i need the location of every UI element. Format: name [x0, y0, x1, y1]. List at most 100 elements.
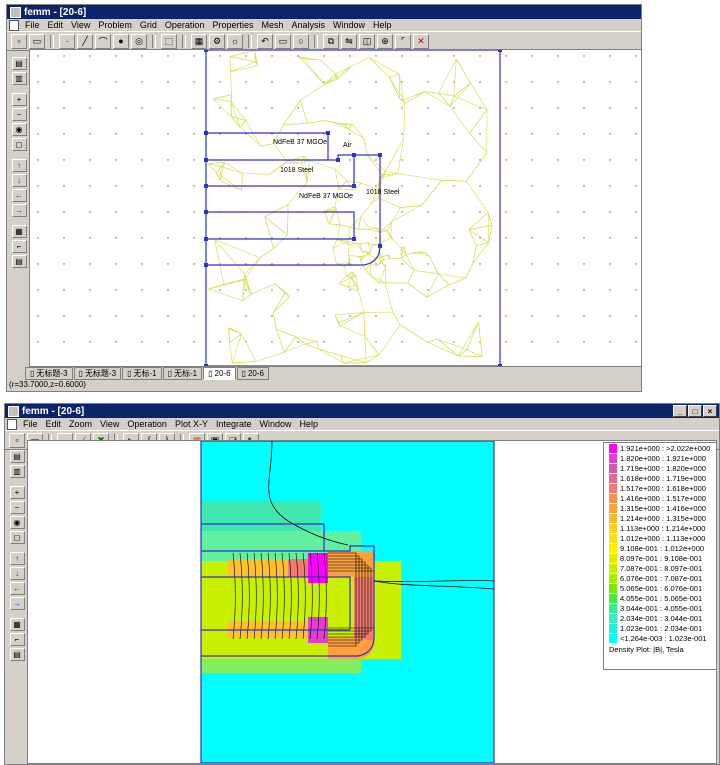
mesh-edge: [264, 216, 288, 236]
tab-doc-4[interactable]: ▯ 无标-1: [162, 367, 203, 380]
zoom-in-icon[interactable]: +: [9, 486, 25, 499]
mirror-button[interactable]: ⇋: [341, 33, 357, 49]
menu-help[interactable]: Help: [369, 20, 396, 30]
menu-window[interactable]: Window: [329, 20, 369, 30]
zoom-window-icon[interactable]: ◻: [9, 531, 25, 544]
menu-view[interactable]: View: [96, 419, 123, 429]
mesh-button[interactable]: ▦: [191, 33, 207, 49]
grid-toggle-icon[interactable]: ▦: [11, 225, 27, 238]
snap-grid-icon[interactable]: ⌐: [9, 633, 25, 646]
circle-select-button[interactable]: ○: [293, 33, 309, 49]
block-label-steel-upper[interactable]: 1018 Steel: [280, 167, 314, 174]
snap-grid-icon[interactable]: ⌐: [11, 240, 27, 253]
menu-operation[interactable]: Operation: [161, 20, 209, 30]
node-mode-button[interactable]: ·: [59, 33, 75, 49]
grid-toggle-icon[interactable]: ▦: [9, 618, 25, 631]
new-file-button[interactable]: ▫: [11, 33, 27, 49]
menu-file[interactable]: File: [19, 419, 42, 429]
menu-window[interactable]: Window: [255, 419, 295, 429]
grid-dot: [453, 289, 455, 291]
menu-analysis[interactable]: Analysis: [288, 20, 330, 30]
close-button[interactable]: ×: [703, 405, 717, 417]
zoom-window-button[interactable]: ⬚: [161, 33, 177, 49]
zoom-out-icon[interactable]: −: [9, 501, 25, 514]
grid-settings-icon[interactable]: ▤: [9, 648, 25, 661]
grid-dot: [89, 55, 91, 57]
grid-dot: [609, 211, 611, 213]
grid-dot: [37, 107, 39, 109]
menu-properties[interactable]: Properties: [208, 20, 257, 30]
pan-right-icon[interactable]: →: [11, 204, 27, 217]
fillet-button[interactable]: ⌜: [395, 33, 411, 49]
legend-row: 2.034e-001 : 3.044e-001: [604, 613, 716, 623]
tab-doc-5[interactable]: ▯ 20-6: [203, 367, 236, 380]
menu-file[interactable]: File: [21, 20, 44, 30]
pan-up-icon[interactable]: ↑: [11, 159, 27, 172]
select-button[interactable]: ▭: [275, 33, 291, 49]
legend-row: 1.416e+000 : 1.517e+000: [604, 493, 716, 503]
menu-plot-xy[interactable]: Plot X-Y: [171, 419, 212, 429]
menu-grid[interactable]: Grid: [136, 20, 161, 30]
copy-button[interactable]: ⧉: [323, 33, 339, 49]
sidebar-gap: [11, 480, 24, 484]
tab-doc-2[interactable]: ▯ 无标题-3: [73, 367, 122, 380]
scale-button[interactable]: ⊕: [377, 33, 393, 49]
steel-upper-outline: [206, 154, 354, 161]
menu-zoom[interactable]: Zoom: [65, 419, 96, 429]
minimize-button[interactable]: _: [673, 405, 687, 417]
grid-dot: [505, 263, 507, 265]
mesh-edge: [455, 58, 471, 84]
pan-down-icon[interactable]: ↓: [11, 174, 27, 187]
pan-left-icon[interactable]: ←: [9, 582, 25, 595]
mesh-canvas[interactable]: NdFeB 37 MGOe Air 1018 Steel NdFeB 37 MG…: [29, 49, 642, 367]
tab-doc-1[interactable]: ▯ 无标题-3: [25, 367, 73, 380]
menu-edit[interactable]: Edit: [44, 20, 68, 30]
menu-help[interactable]: Help: [296, 419, 323, 429]
undo-button[interactable]: ↶: [257, 33, 273, 49]
move-button[interactable]: ◫: [359, 33, 375, 49]
pan-left-icon[interactable]: ←: [11, 189, 27, 202]
block-label-magnet-upper[interactable]: NdFeB 37 MGOe: [273, 139, 327, 146]
block-label-magnet-lower[interactable]: NdFeB 37 MGOe: [299, 193, 353, 200]
menu-integrate[interactable]: Integrate: [212, 419, 256, 429]
segment-mode-button[interactable]: ╱: [77, 33, 93, 49]
zoom-natural-icon[interactable]: ◉: [11, 123, 27, 136]
new-file-button[interactable]: ▫: [9, 432, 25, 448]
group-mode-button[interactable]: ◎: [131, 33, 147, 49]
menu-mesh[interactable]: Mesh: [257, 20, 287, 30]
open-file-button[interactable]: ▭: [29, 33, 45, 49]
run-analysis-button[interactable]: ⚙: [209, 33, 225, 49]
sidebar-tool-button[interactable]: ▤: [9, 450, 25, 463]
zoom-natural-icon[interactable]: ◉: [9, 516, 25, 529]
mesh-edge: [487, 212, 493, 226]
menu-problem[interactable]: Problem: [94, 20, 136, 30]
view-results-button[interactable]: ☼: [227, 33, 243, 49]
arc-mode-button[interactable]: ⌒: [95, 33, 111, 49]
sidebar-tool-button[interactable]: ▥: [9, 465, 25, 478]
grid-dot: [557, 185, 559, 187]
delete-button[interactable]: ✕: [413, 33, 429, 49]
sidebar-tool-button[interactable]: ▤: [11, 57, 27, 70]
grid-dot: [297, 55, 299, 57]
block-label-steel-right[interactable]: 1018 Steel: [366, 189, 400, 196]
menu-edit[interactable]: Edit: [42, 419, 66, 429]
block-label-button[interactable]: ●: [113, 33, 129, 49]
tab-doc-3[interactable]: ▯ 无标-1: [122, 367, 162, 380]
grid-dot: [37, 341, 39, 343]
pan-up-icon[interactable]: ↑: [9, 552, 25, 565]
zoom-in-icon[interactable]: +: [11, 93, 27, 106]
maximize-button[interactable]: □: [688, 405, 702, 417]
mesh-edge: [363, 312, 366, 337]
sidebar-tool-button[interactable]: ▥: [11, 72, 27, 85]
pan-down-icon[interactable]: ↓: [9, 567, 25, 580]
menu-view[interactable]: View: [67, 20, 94, 30]
mesh-edge: [229, 56, 256, 63]
block-label-air[interactable]: Air: [343, 142, 352, 149]
zoom-window-icon[interactable]: ◻: [11, 138, 27, 151]
menu-operation[interactable]: Operation: [123, 419, 171, 429]
mesh-edge: [287, 161, 302, 164]
tab-doc-6[interactable]: ▯ 20-6: [236, 367, 269, 380]
zoom-out-icon[interactable]: −: [11, 108, 27, 121]
grid-settings-icon[interactable]: ▤: [11, 255, 27, 268]
pan-right-icon[interactable]: →: [9, 597, 25, 610]
